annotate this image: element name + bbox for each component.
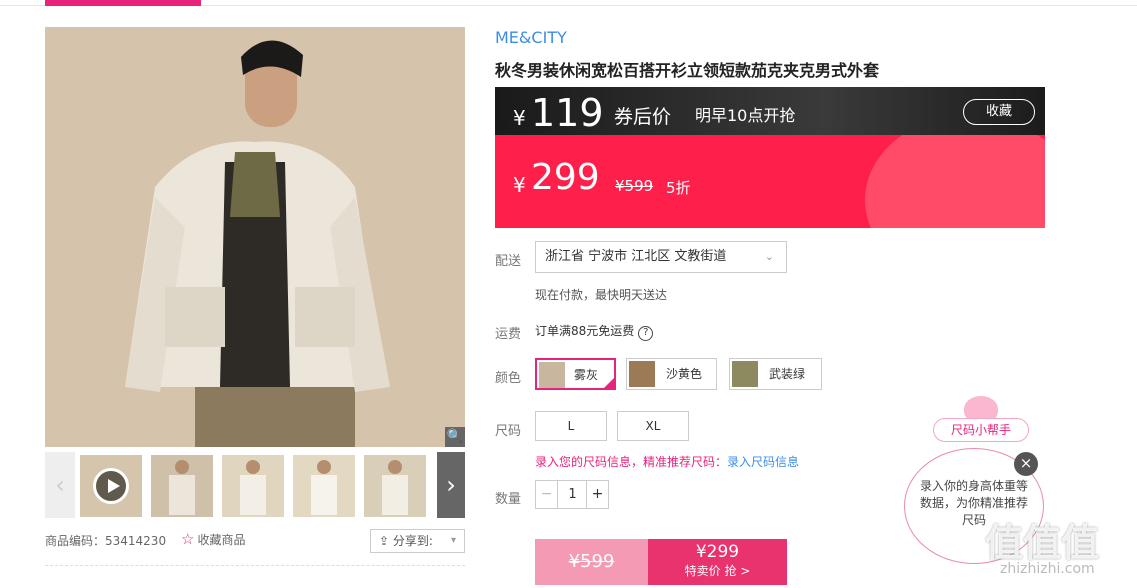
thumbnail-image[interactable] — [293, 455, 355, 517]
top-nav-bar — [0, 0, 1137, 6]
delivery-label: 配送 — [495, 254, 522, 269]
quantity-stepper: − 1 + — [535, 480, 609, 509]
color-swatch — [629, 361, 655, 387]
increase-button[interactable]: + — [586, 481, 608, 508]
close-icon[interactable]: × — [1014, 452, 1038, 476]
address-select[interactable]: 浙江省 宁波市 江北区 文教街道 ⌄ — [535, 241, 787, 273]
buy-area: ¥599 ¥299 特卖价 抢 > — [535, 539, 787, 585]
size-info: 录入您的尺码信息，精准推荐尺码：录入尺码信息 — [535, 453, 799, 470]
share-label: 分享到: — [392, 534, 433, 548]
chevron-down-icon: ⌄ — [764, 250, 774, 263]
color-label: 颜色 — [495, 371, 522, 386]
shipping-label: 运费 — [495, 327, 522, 342]
share-icon: ⇪ — [379, 534, 393, 548]
quantity-input[interactable]: 1 — [558, 481, 587, 508]
shipping-text: 订单满88元免运费 — [535, 324, 635, 338]
decorative-blob — [865, 135, 1045, 228]
buy-now-button[interactable]: ¥299 特卖价 抢 > — [648, 539, 787, 585]
product-main-image[interactable]: 🔍 — [45, 27, 465, 447]
color-swatch — [732, 361, 758, 387]
buy-action: 特卖价 抢 > — [684, 564, 751, 578]
thumbnail-image[interactable] — [151, 455, 213, 517]
original-price: ¥599 — [615, 177, 654, 195]
sale-start-time: 明早10点开抢 — [695, 106, 796, 125]
price-box: ¥ 119 券后价 明早10点开抢 收藏 ¥ 299 ¥599 5折 — [495, 87, 1045, 228]
share-dropdown[interactable]: ⇪ 分享到: ▾ — [370, 529, 465, 553]
address-value: 浙江省 宁波市 江北区 文教街道 — [545, 249, 727, 264]
sale-price: 299 — [531, 157, 600, 198]
quantity-label: 数量 — [495, 492, 522, 507]
selected-check-icon — [602, 376, 616, 390]
size-option-xl[interactable]: XL — [617, 411, 689, 441]
thumbnail-next-arrow[interactable]: › — [437, 452, 465, 518]
watermark-logo: 值值值 — [985, 521, 1100, 565]
model-illustration — [45, 27, 465, 447]
size-info-text: 录入您的尺码信息，精准推荐尺码： — [535, 455, 728, 469]
thumbnail-strip: ‹ › — [45, 452, 465, 518]
favorite-product-link[interactable]: ☆ 收藏商品 — [181, 530, 245, 548]
zoom-icon[interactable]: 🔍 — [445, 427, 465, 447]
shipping-info: 订单满88元免运费? — [535, 322, 654, 341]
color-option-green[interactable]: 武装绿 — [729, 358, 822, 390]
help-icon[interactable]: ? — [638, 326, 654, 341]
favorite-label: 收藏商品 — [197, 533, 246, 547]
color-swatch — [539, 362, 565, 388]
thumbnail-prev-arrow[interactable]: ‹ — [45, 452, 75, 518]
delivery-note: 现在付款，最快明天送达 — [535, 288, 668, 302]
play-icon[interactable] — [93, 468, 129, 504]
chevron-down-icon: ▾ — [450, 535, 456, 546]
thumbnail-image[interactable] — [222, 455, 284, 517]
coupon-price: 119 — [531, 91, 604, 135]
color-name: 雾灰 — [574, 368, 599, 382]
sale-currency: ¥ — [513, 173, 526, 197]
color-name: 沙黄色 — [666, 367, 703, 381]
buy-price: ¥299 — [695, 542, 740, 562]
thumbnail-video[interactable] — [80, 455, 142, 517]
decrease-button[interactable]: − — [536, 481, 558, 508]
star-icon: ☆ — [181, 530, 195, 548]
size-helper-button[interactable]: 尺码小帮手 — [933, 418, 1029, 442]
product-code: 商品编码：53414230 — [45, 534, 167, 548]
original-price-button[interactable]: ¥599 — [535, 539, 648, 585]
color-name: 武装绿 — [769, 367, 806, 381]
active-tab-indicator — [45, 0, 201, 6]
color-option-gray[interactable]: 雾灰 — [535, 358, 616, 390]
thumbnail-image[interactable] — [364, 455, 426, 517]
collect-button[interactable]: 收藏 — [963, 99, 1035, 125]
sale-price-bar: ¥ 299 ¥599 5折 — [495, 135, 1045, 228]
coupon-price-bar: ¥ 119 券后价 明早10点开抢 收藏 — [495, 87, 1045, 135]
coupon-price-label: 券后价 — [614, 106, 672, 128]
discount-badge: 5折 — [666, 179, 691, 197]
size-option-l[interactable]: L — [535, 411, 607, 441]
size-label: 尺码 — [495, 424, 522, 439]
product-title: 秋冬男装休闲宽松百搭开衫立领短款茄克夹克男式外套 — [495, 61, 880, 80]
color-option-sand[interactable]: 沙黄色 — [626, 358, 717, 390]
watermark-domain: zhizhizhi.com — [1000, 561, 1095, 577]
brand-name[interactable]: ME&CITY — [495, 28, 567, 47]
divider — [45, 565, 465, 566]
size-info-link[interactable]: 录入尺码信息 — [727, 455, 799, 469]
coupon-currency: ¥ — [513, 106, 526, 130]
